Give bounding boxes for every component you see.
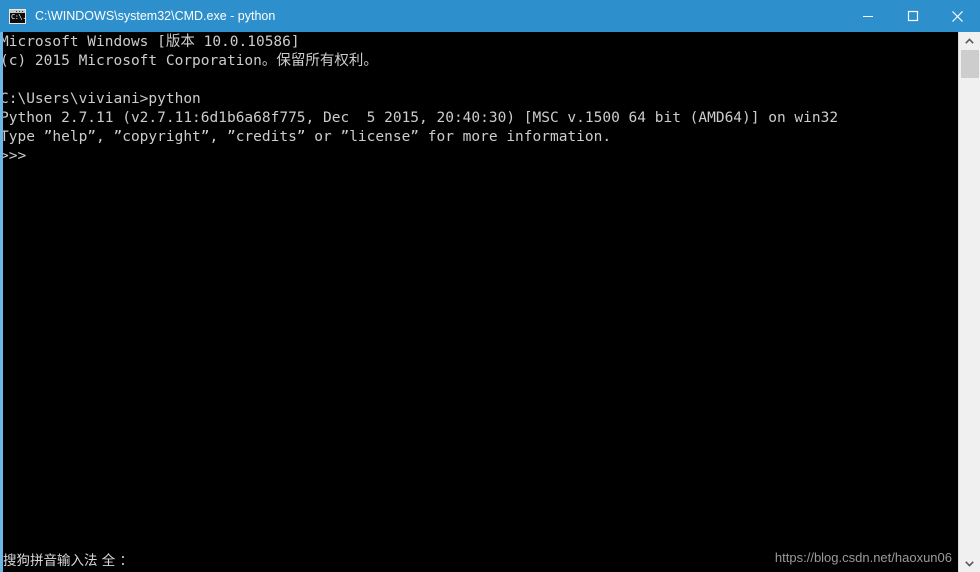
minimize-button[interactable]: [845, 0, 890, 32]
close-button[interactable]: [935, 0, 980, 32]
scroll-down-arrow-icon[interactable]: [959, 554, 980, 572]
titlebar-title-group: C:\. C:\WINDOWS\system32\CMD.exe - pytho…: [0, 0, 845, 32]
cmd-icon-dot-1: [22, 10, 23, 12]
scroll-up-arrow-icon[interactable]: [959, 32, 980, 50]
window-title: C:\WINDOWS\system32\CMD.exe - python: [35, 9, 276, 23]
maximize-button[interactable]: [890, 0, 935, 32]
console-output-text: Microsoft Windows [版本 10.0.10586] (c) 20…: [3, 34, 839, 164]
cmd-icon-dot-3: [16, 10, 17, 12]
window-controls: [845, 0, 980, 32]
scrollbar-thumb[interactable]: [961, 50, 979, 78]
cmd-icon-prompt-glyph: C:\.: [11, 12, 26, 21]
ime-status-bar: 搜狗拼音输入法 全 ：: [3, 553, 134, 569]
blog-url-watermark: https://blog.csdn.net/haoxun06: [774, 550, 952, 565]
cmd-console-icon: C:\.: [9, 8, 26, 24]
vertical-scrollbar[interactable]: [958, 32, 980, 572]
window-titlebar[interactable]: C:\. C:\WINDOWS\system32\CMD.exe - pytho…: [0, 0, 980, 32]
console-client-area[interactable]: Microsoft Windows [版本 10.0.10586] (c) 20…: [3, 32, 958, 572]
cmd-icon-dot-2: [19, 10, 20, 12]
cmd-window: C:\. C:\WINDOWS\system32\CMD.exe - pytho…: [0, 0, 980, 572]
